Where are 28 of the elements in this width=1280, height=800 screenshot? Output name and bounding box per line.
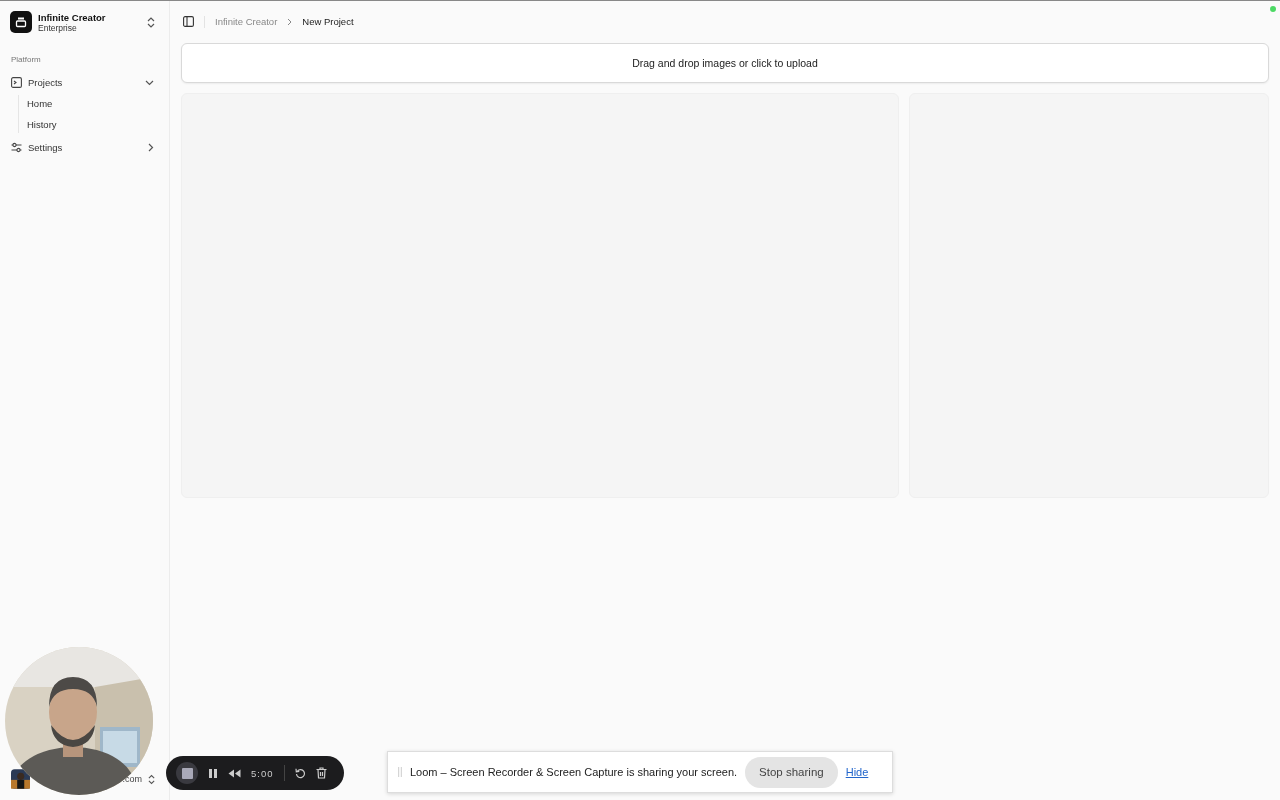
sidebar-toggle-icon[interactable] xyxy=(183,16,194,27)
chevron-down-icon xyxy=(145,79,154,86)
stop-sharing-button[interactable]: Stop sharing xyxy=(745,756,838,788)
stop-recording-button[interactable] xyxy=(176,762,198,784)
terminal-icon xyxy=(11,77,22,88)
sidebar-item[interactable]: Projects xyxy=(8,72,161,93)
chevron-right-icon xyxy=(287,17,293,26)
chevrons-updown-icon[interactable] xyxy=(147,16,155,28)
breadcrumb-link[interactable]: Infinite Creator xyxy=(215,16,278,27)
pause-icon[interactable] xyxy=(208,767,218,779)
sidebar-subitem[interactable]: History xyxy=(27,116,161,133)
group-label: Platform xyxy=(11,55,42,64)
recording-timer: 5:00 xyxy=(251,767,274,779)
trash-icon[interactable] xyxy=(315,767,327,779)
team-name[interactable]: Infinite Creator xyxy=(38,11,141,23)
status-dot xyxy=(1270,6,1276,12)
restart-icon[interactable] xyxy=(294,767,306,779)
hide-link[interactable]: Hide xyxy=(845,766,869,778)
sidebar-subitem[interactable]: Home xyxy=(27,95,161,112)
upload-dropzone[interactable]: Drag and drop images or click to upload xyxy=(181,43,1269,83)
team-plan: Enterprise xyxy=(38,22,78,33)
rewind-icon[interactable] xyxy=(228,768,241,778)
team-logo-icon xyxy=(10,11,32,33)
sidebar-item[interactable]: Settings xyxy=(8,137,161,158)
sliders-icon xyxy=(11,142,22,153)
sharing-message: Loom – Screen Recorder & Screen Capture is sharing your screen. xyxy=(410,766,738,778)
drag-handle-icon[interactable] xyxy=(398,767,402,777)
chevron-right-icon xyxy=(148,143,154,152)
